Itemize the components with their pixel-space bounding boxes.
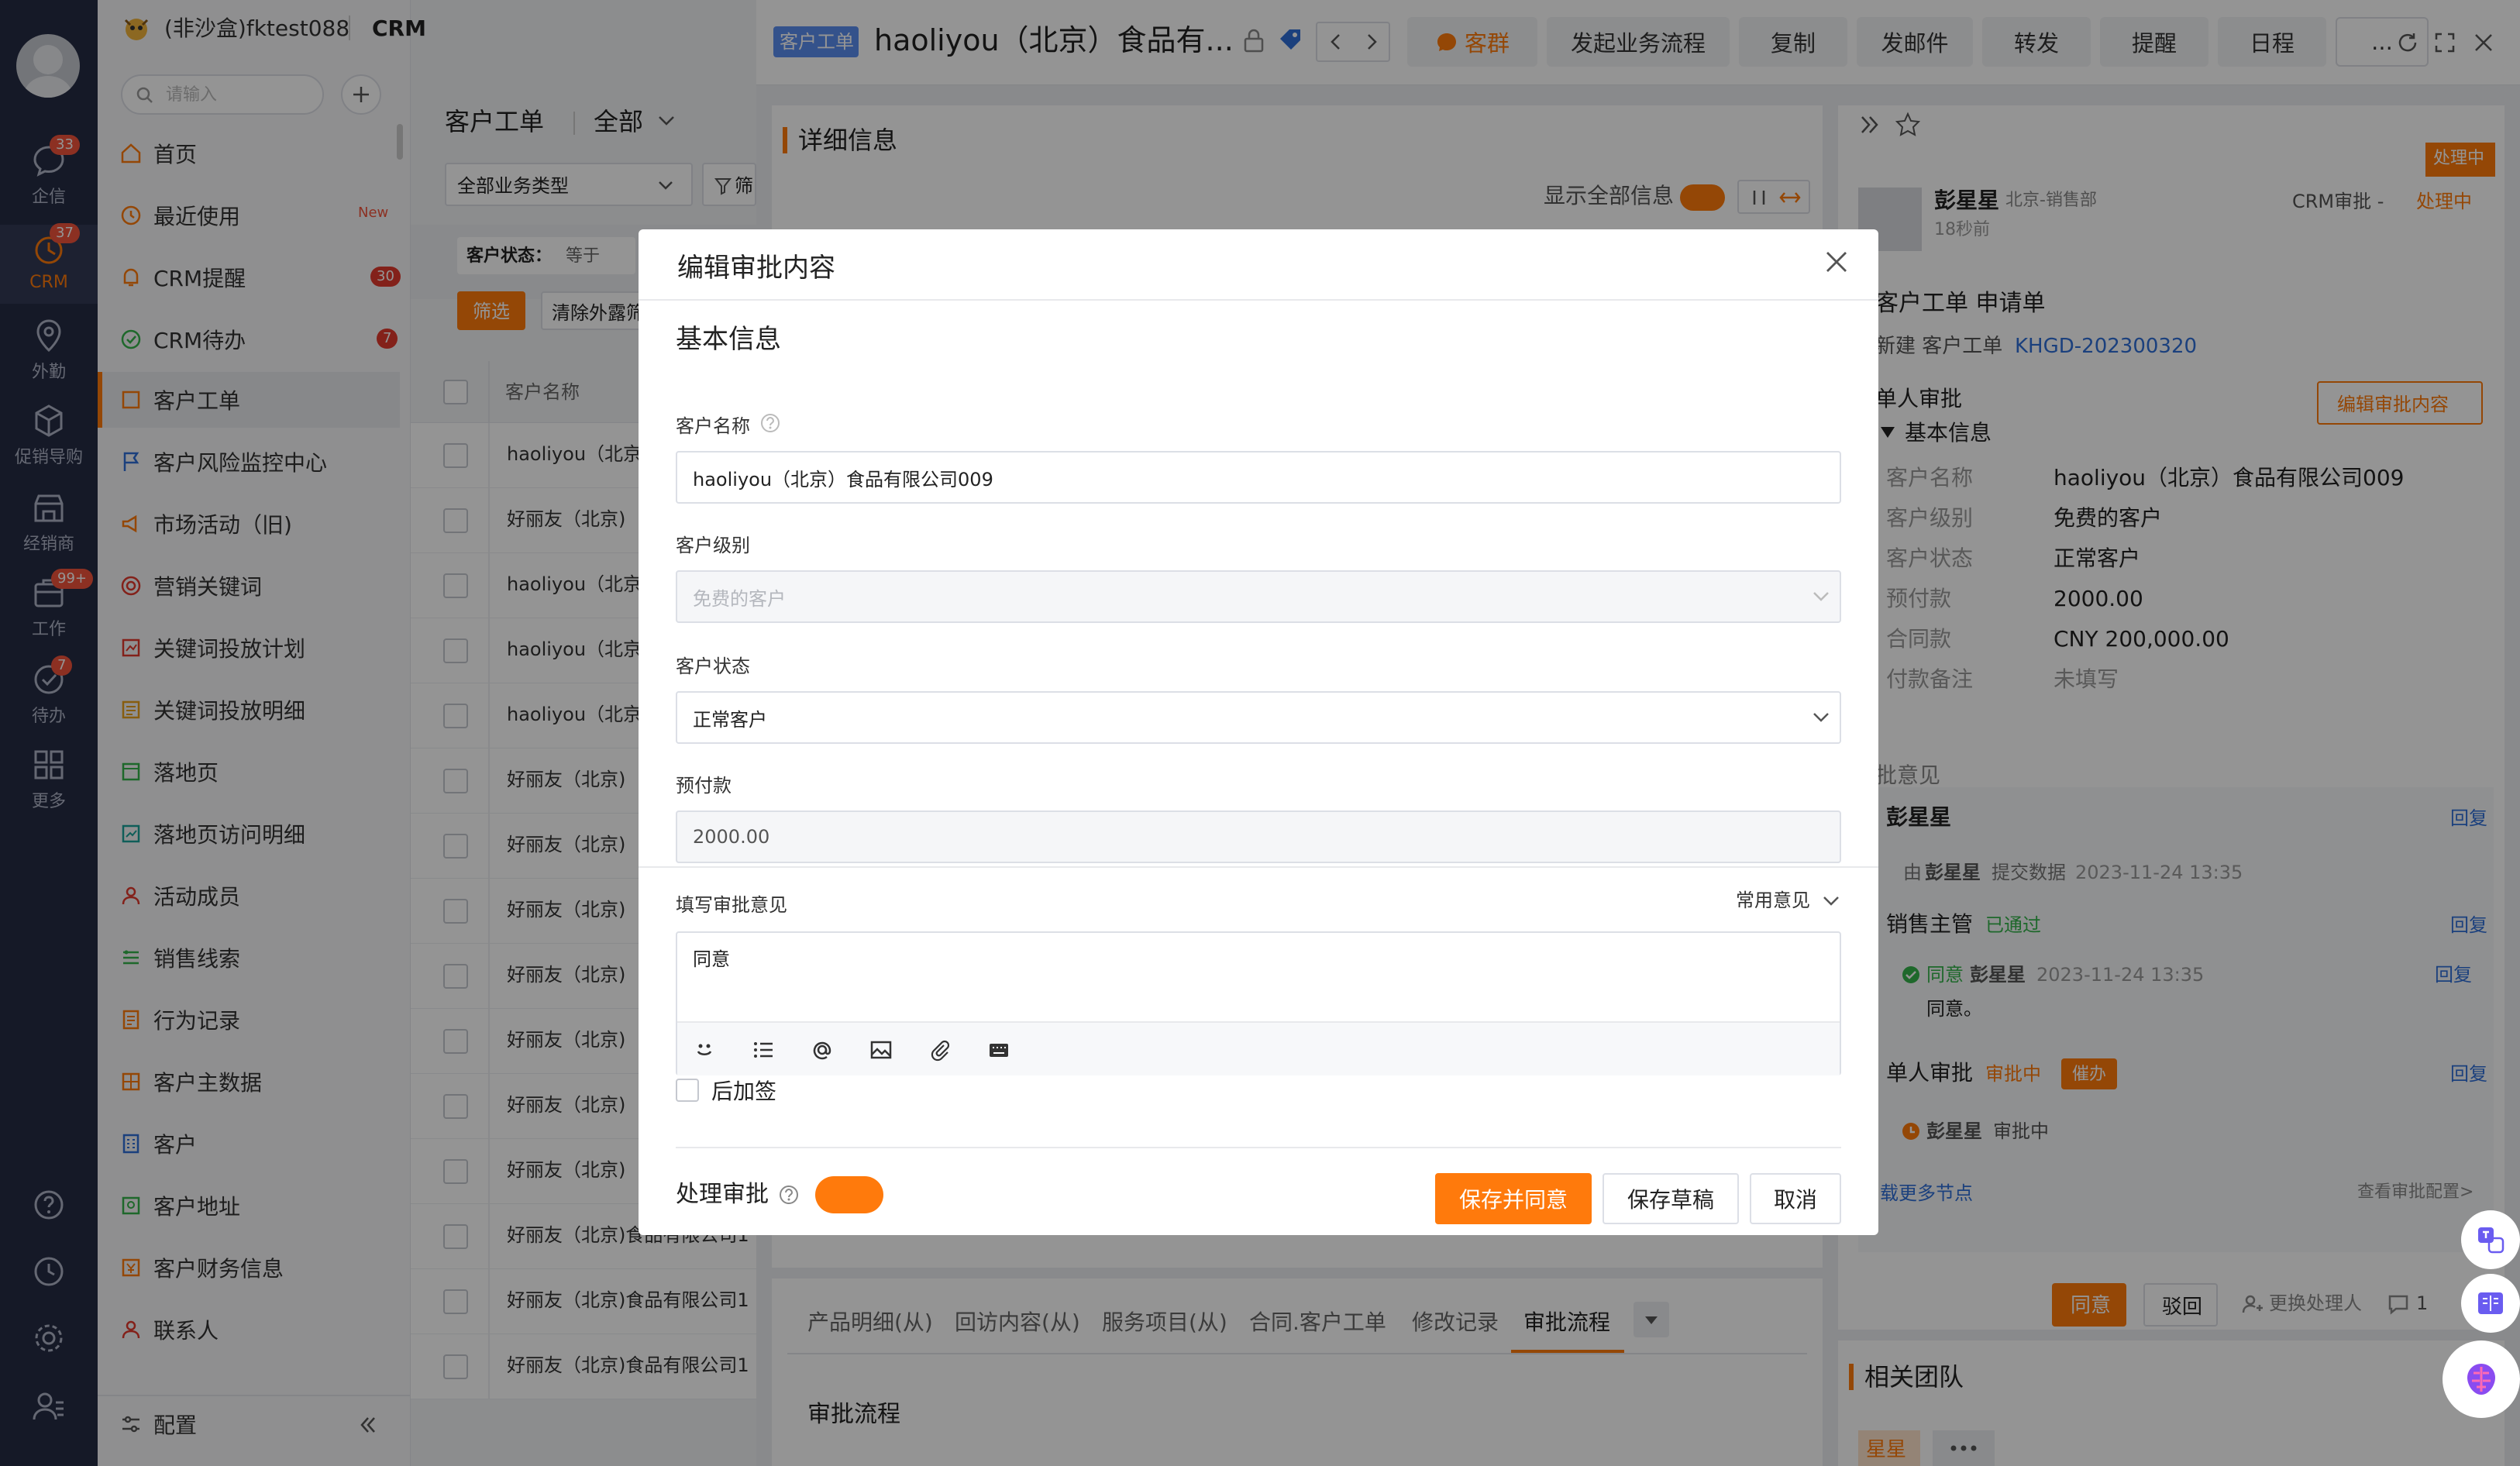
- edit-approval-modal: 编辑审批内容 基本信息 客户名称 haoliyou（北京）食品有限公司009 客…: [639, 229, 1878, 1235]
- divider: [639, 299, 1878, 301]
- button-label: 保存草稿: [1627, 1187, 1714, 1213]
- editor-toolbar: [677, 1021, 1840, 1075]
- opinion-editor: 同意: [676, 931, 1841, 1075]
- opinion-label: 填写审批意见: [676, 894, 787, 916]
- keyboard-icon[interactable]: [987, 1038, 1010, 1062]
- after-sign-checkbox[interactable]: [676, 1079, 699, 1102]
- close-icon[interactable]: [1824, 249, 1849, 274]
- prepayment-label: 预付款: [676, 775, 732, 797]
- process-approval-label: 处理审批: [676, 1181, 769, 1208]
- customer-level-value: 免费的客户: [693, 587, 786, 610]
- after-sign-label: 后加签: [711, 1079, 777, 1104]
- emoji-icon[interactable]: [693, 1038, 716, 1062]
- process-approval-toggle[interactable]: [815, 1176, 883, 1213]
- customer-status-select[interactable]: 正常客户: [676, 691, 1841, 744]
- help-icon[interactable]: [759, 412, 781, 434]
- translate-float-button[interactable]: [2461, 1210, 2520, 1269]
- customer-name-label: 客户名称: [676, 415, 750, 437]
- chevron-down-icon: [1813, 592, 1829, 601]
- button-label: 取消: [1773, 1187, 1817, 1213]
- list-icon[interactable]: [752, 1038, 775, 1062]
- attachment-icon[interactable]: [928, 1038, 952, 1062]
- modal-section-title: 基本信息: [676, 324, 781, 355]
- brain-icon: [2467, 1364, 2495, 1395]
- image-icon[interactable]: [869, 1038, 893, 1062]
- translate-icon: [2478, 1227, 2505, 1254]
- save-and-agree-button[interactable]: 保存并同意: [1435, 1173, 1592, 1224]
- save-draft-button[interactable]: 保存草稿: [1603, 1173, 1739, 1224]
- help-icon[interactable]: [778, 1184, 800, 1206]
- button-label: 保存并同意: [1458, 1187, 1568, 1213]
- opinion-textarea[interactable]: 同意: [693, 948, 730, 971]
- chevron-down-icon: [1823, 896, 1839, 906]
- customer-status-label: 客户状态: [676, 656, 750, 677]
- cancel-button[interactable]: 取消: [1750, 1173, 1841, 1224]
- chevron-down-icon: [1813, 713, 1829, 722]
- prepayment-value: 2000.00: [693, 826, 770, 848]
- customer-name-input[interactable]: haoliyou（北京）食品有限公司009: [676, 451, 1841, 504]
- reader-float-button[interactable]: [2461, 1274, 2520, 1333]
- customer-status-value: 正常客户: [693, 708, 767, 731]
- divider: [639, 866, 1878, 868]
- book-icon: [2478, 1292, 2503, 1314]
- customer-level-label: 客户级别: [676, 535, 750, 556]
- mention-icon[interactable]: [811, 1038, 834, 1062]
- common-opinion-dropdown[interactable]: 常用意见: [1736, 890, 1810, 912]
- ai-assistant-float-button[interactable]: [2443, 1340, 2520, 1418]
- modal-title: 编辑审批内容: [677, 253, 835, 284]
- customer-level-select: 免费的客户: [676, 570, 1841, 623]
- customer-name-value: haoliyou（北京）食品有限公司009: [693, 468, 993, 490]
- prepayment-input[interactable]: 2000.00: [676, 810, 1841, 863]
- divider: [676, 1147, 1841, 1148]
